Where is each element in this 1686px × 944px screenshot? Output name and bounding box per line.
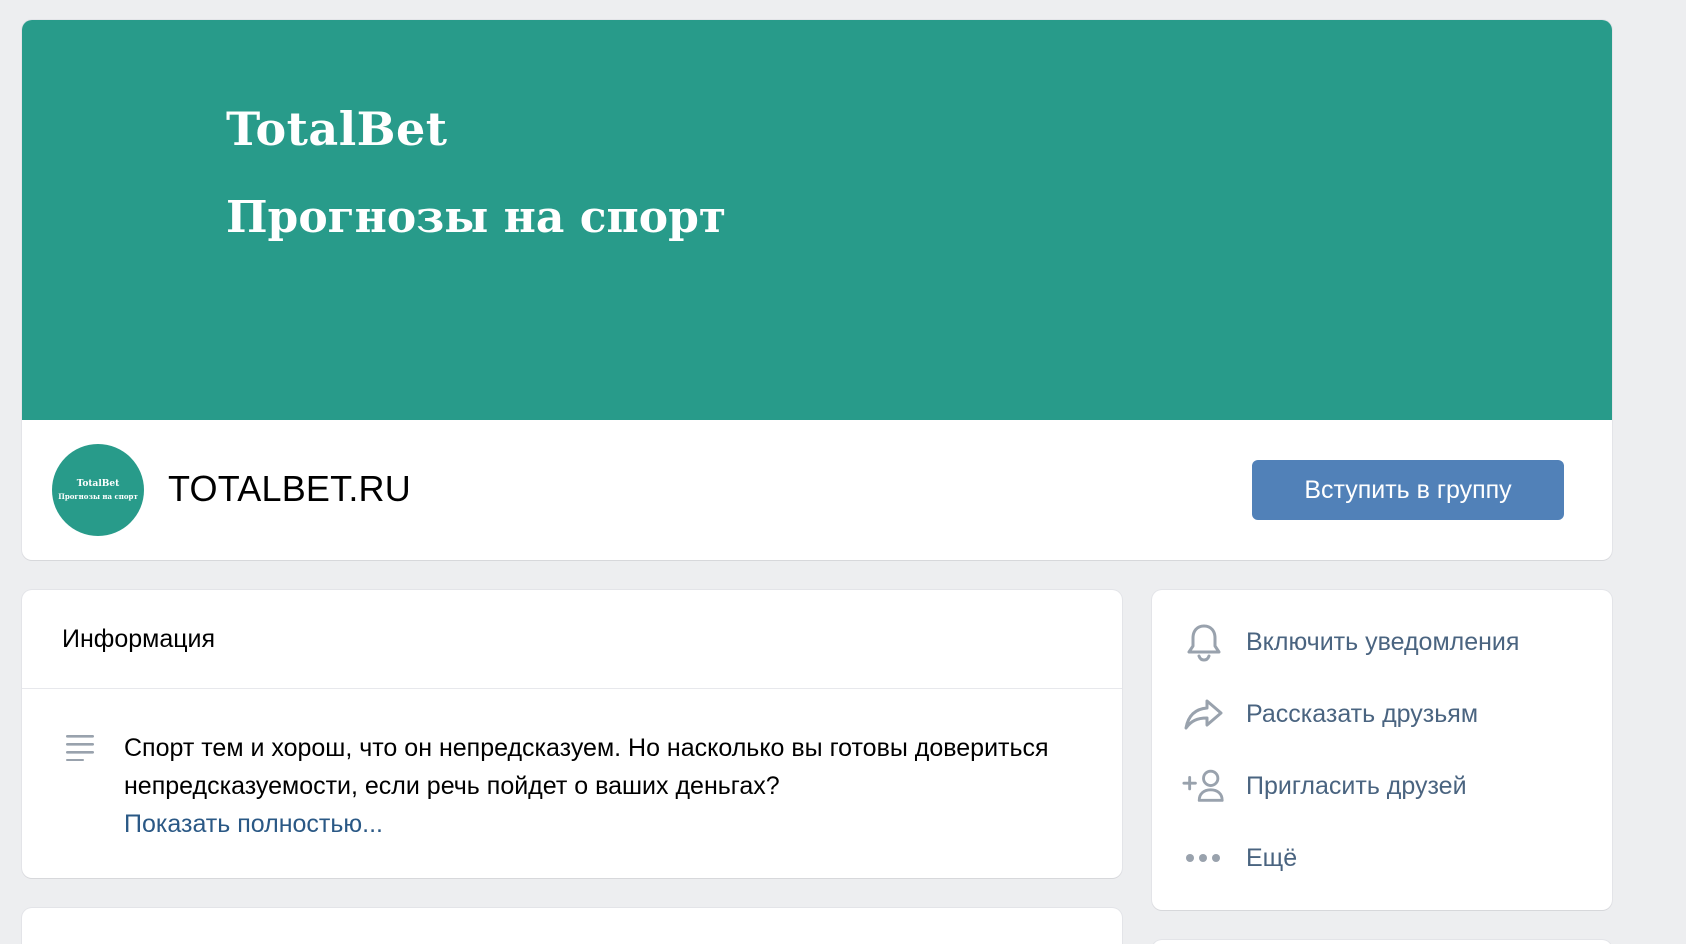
show-more-link[interactable]: Показать полностью... <box>124 805 1082 843</box>
actions-card: Включить уведомления Рассказать друзьям … <box>1152 590 1612 910</box>
page: TotalBet Прогнозы на спорт TotalBet Прог… <box>0 0 1686 944</box>
group-avatar[interactable]: TotalBet Прогнозы на спорт <box>52 444 144 536</box>
cover-subtitle: Прогнозы на спорт <box>226 192 727 243</box>
tell-friends-action[interactable]: Рассказать друзьям <box>1182 686 1602 742</box>
cover-image: TotalBet Прогнозы на спорт <box>22 20 1612 420</box>
info-header: Информация <box>22 590 1122 689</box>
more-icon <box>1182 836 1226 880</box>
group-header-card: TotalBet Прогнозы на спорт TotalBet Прог… <box>22 20 1612 560</box>
share-icon <box>1182 692 1226 736</box>
enable-notifications-action[interactable]: Включить уведомления <box>1182 614 1602 670</box>
invite-friends-action[interactable]: Пригласить друзей <box>1182 758 1602 814</box>
next-side-card <box>1152 940 1612 944</box>
bell-icon <box>1182 620 1226 664</box>
action-label: Рассказать друзьям <box>1246 699 1479 728</box>
description-lines-icon <box>66 735 94 761</box>
info-description: Спорт тем и хорош, что он непредсказуем.… <box>124 734 1049 800</box>
action-label: Включить уведомления <box>1246 627 1520 656</box>
join-group-button[interactable]: Вступить в группу <box>1252 460 1564 520</box>
avatar-title: TotalBet <box>76 479 120 489</box>
action-label: Ещё <box>1246 843 1298 872</box>
cover-title: TotalBet <box>226 102 448 156</box>
action-label: Пригласить друзей <box>1246 771 1467 800</box>
avatar-subtitle: Прогнозы на спорт <box>58 492 138 501</box>
info-card: Информация Спорт тем и хорош, что он неп… <box>22 590 1122 878</box>
group-name: TOTALBET.RU <box>168 468 411 509</box>
add-user-icon <box>1182 764 1226 808</box>
info-body: Спорт тем и хорош, что он непредсказуем.… <box>22 689 1122 843</box>
next-card <box>22 908 1122 944</box>
more-action[interactable]: Ещё <box>1182 830 1602 886</box>
